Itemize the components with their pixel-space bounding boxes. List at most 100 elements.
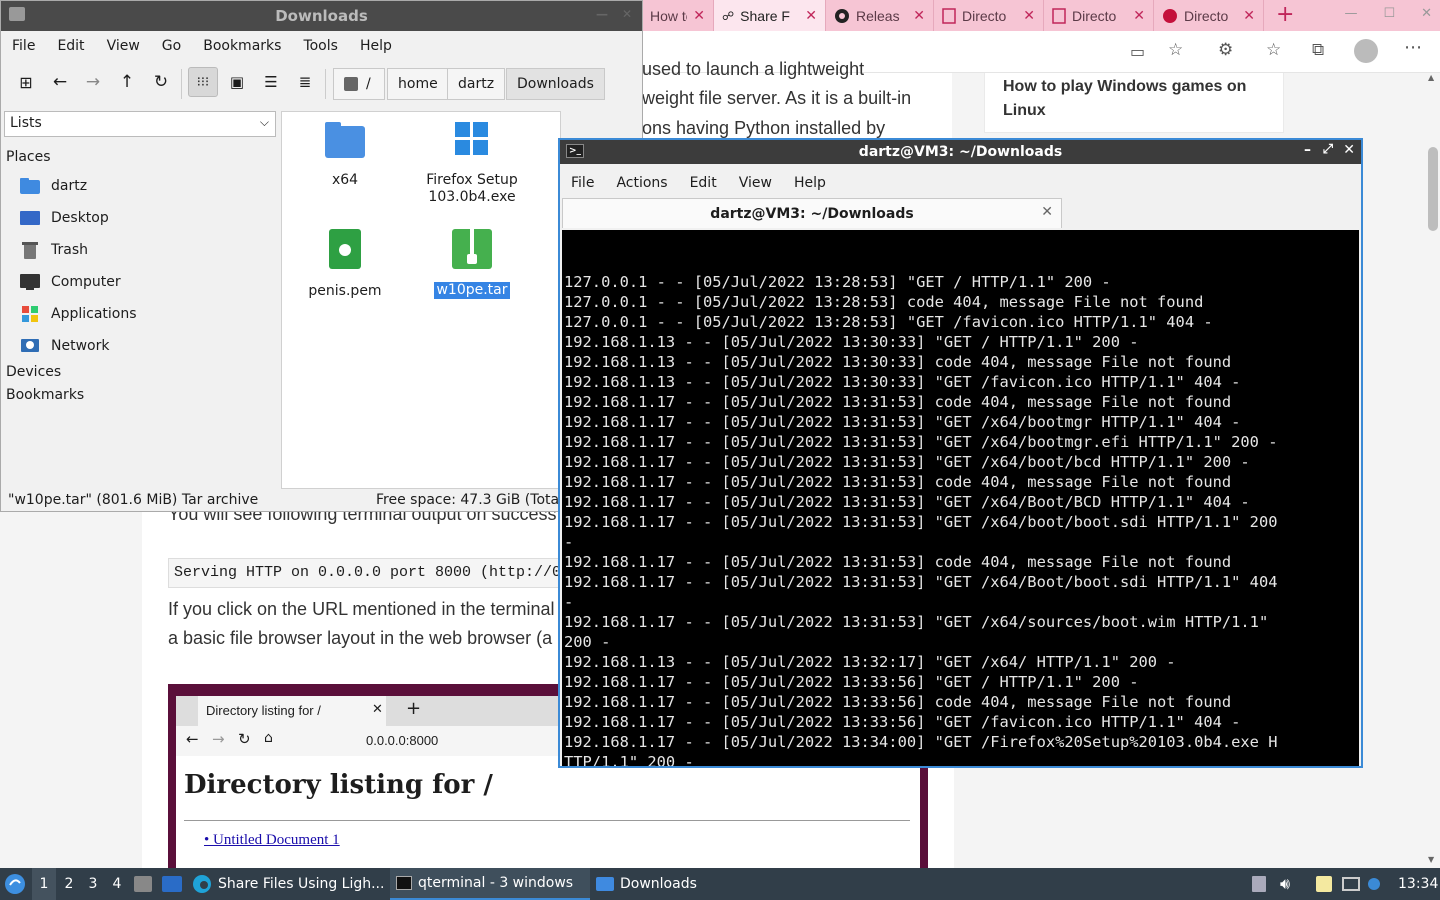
maximize-icon[interactable]: ⤢ — [1323, 142, 1333, 157]
terminal-tab[interactable]: dartz@VM3: ~/Downloads ✕ — [562, 198, 1062, 228]
browser-tab[interactable]: Directo ✕ — [1044, 0, 1154, 31]
close-icon[interactable]: ✕ — [1343, 142, 1355, 158]
workspace-3[interactable]: 3 — [82, 868, 104, 900]
list-view-button[interactable]: ≣ — [290, 67, 320, 97]
browser-tab[interactable]: How to ✕ — [642, 0, 714, 31]
close-tab-icon[interactable]: ✕ — [805, 7, 817, 24]
tray-clipboard[interactable] — [1252, 868, 1266, 900]
quicklaunch-desktop[interactable] — [162, 868, 182, 900]
window-title-bar[interactable]: Downloads — ✕ — [1, 1, 642, 31]
favorites-icon[interactable]: ☆ — [1266, 40, 1281, 60]
browser-tab[interactable]: Releas ✕ — [826, 0, 934, 31]
new-tab-button[interactable]: ⊞ — [11, 67, 41, 97]
task-downloads[interactable]: Downloads — [596, 868, 706, 900]
close-icon[interactable]: ✕ — [622, 7, 632, 21]
back-button[interactable]: ← — [45, 67, 75, 97]
menu-file[interactable]: File — [560, 175, 605, 191]
file-item[interactable]: Firefox Setup 103.0b4.exe — [417, 120, 527, 206]
menu-bookmarks[interactable]: Bookmarks — [192, 38, 292, 54]
icon-view-button[interactable]: ⁝⁝⁝ — [188, 67, 218, 97]
browser-tab[interactable]: Directo ✕ — [934, 0, 1044, 31]
minimize-icon[interactable]: — — [1344, 6, 1357, 21]
folder-app-icon — [9, 7, 25, 21]
compact-view-button[interactable]: ☰ — [256, 67, 286, 97]
minimize-icon[interactable]: – — [1304, 142, 1311, 158]
breadcrumb-dartz[interactable]: dartz — [447, 68, 506, 100]
menu-file[interactable]: File — [1, 38, 46, 54]
place-trash[interactable]: Trash — [19, 237, 88, 263]
menu-edit[interactable]: Edit — [46, 38, 95, 54]
favorite-add-icon[interactable]: ☆ — [1168, 40, 1183, 60]
up-button[interactable]: ↑ — [112, 67, 142, 97]
new-tab-button[interactable]: + — [1276, 2, 1294, 27]
workspace-4[interactable]: 4 — [106, 868, 128, 900]
terminal-output[interactable]: 127.0.0.1 - - [05/Jul/2022 13:28:53] "GE… — [562, 230, 1359, 766]
task-browser[interactable]: Share Files Using Ligh... — [192, 868, 386, 900]
menu-actions[interactable]: Actions — [605, 175, 678, 191]
file-item[interactable]: penis.pem — [290, 228, 400, 300]
tray-updates[interactable] — [1342, 868, 1360, 900]
breadcrumb-downloads[interactable]: Downloads — [506, 68, 605, 100]
menu-go[interactable]: Go — [151, 38, 192, 54]
close-icon[interactable]: ✕ — [1421, 6, 1432, 21]
clock[interactable]: 13:34 — [1398, 868, 1438, 900]
forward-button[interactable]: → — [78, 67, 108, 97]
file-item-selected[interactable]: w10pe.tar — [417, 228, 527, 299]
close-tab-icon[interactable]: ✕ — [1041, 204, 1053, 220]
menu-edit[interactable]: Edit — [679, 175, 728, 191]
file-item[interactable]: x64 — [290, 120, 400, 189]
place-computer[interactable]: Computer — [19, 269, 121, 295]
page-scrollbar[interactable]: ▲ ▼ — [1426, 73, 1440, 868]
close-tab-icon[interactable]: ✕ — [1023, 7, 1035, 24]
browser-tab-active[interactable]: ☍ Share F ✕ — [714, 0, 826, 31]
scrollbar-thumb[interactable] — [1428, 147, 1438, 231]
place-network[interactable]: Network — [19, 333, 109, 359]
more-menu-icon[interactable]: ⋯ — [1404, 37, 1422, 58]
task-terminal[interactable]: qterminal - 3 windows — [390, 868, 590, 900]
place-desktop[interactable]: Desktop — [19, 205, 109, 231]
browser-tab[interactable]: Directo ✕ — [1154, 0, 1264, 31]
devices-header[interactable]: Devices — [6, 364, 61, 380]
side-pane-mode-select[interactable]: Lists ⌵ — [4, 111, 276, 137]
related-article-card[interactable]: How to play Windows games on Linux — [984, 73, 1284, 133]
breadcrumb-home[interactable]: home — [387, 68, 449, 100]
place-dartz[interactable]: dartz — [19, 173, 87, 199]
new-tab-icon: ⊞ — [19, 72, 33, 92]
workspace-2[interactable]: 2 — [58, 868, 80, 900]
workspace-1[interactable]: 1 — [32, 868, 56, 900]
tray-notes[interactable] — [1316, 868, 1332, 900]
places-header[interactable]: Places — [6, 149, 51, 165]
updates-icon — [1342, 877, 1360, 891]
back-icon: ← — [52, 72, 68, 92]
maximize-icon[interactable]: ☐ — [1383, 6, 1395, 21]
file-manager-icon — [134, 876, 152, 892]
close-tab-icon[interactable]: ✕ — [1133, 7, 1145, 24]
thumbnail-view-button[interactable]: ▣ — [222, 67, 252, 97]
breadcrumb-root[interactable]: / — [333, 68, 385, 100]
drive-icon — [344, 77, 358, 91]
extensions-icon[interactable]: ⚙ — [1218, 40, 1233, 60]
menu-tools[interactable]: Tools — [292, 38, 349, 54]
quicklaunch-files[interactable] — [134, 868, 152, 900]
profile-avatar[interactable] — [1354, 39, 1378, 63]
menu-view[interactable]: View — [96, 38, 151, 54]
scroll-up-icon[interactable]: ▲ — [1428, 73, 1434, 82]
collections-icon[interactable]: ⧉ — [1312, 40, 1324, 60]
menu-view[interactable]: View — [728, 175, 783, 191]
start-menu-button[interactable] — [4, 868, 26, 900]
tray-network[interactable] — [1368, 868, 1380, 900]
window-title-bar[interactable]: >_ dartz@VM3: ~/Downloads – ⤢ ✕ — [560, 140, 1361, 164]
menu-help[interactable]: Help — [349, 38, 403, 54]
menu-help[interactable]: Help — [783, 175, 837, 191]
related-article-link[interactable]: How to play Windows games on Linux — [1003, 75, 1263, 123]
reader-icon[interactable]: ▭ — [1130, 42, 1145, 61]
bookmarks-header[interactable]: Bookmarks — [6, 387, 84, 403]
close-tab-icon[interactable]: ✕ — [1243, 7, 1255, 24]
tray-volume[interactable]: 🔊︎ — [1280, 868, 1290, 900]
close-tab-icon[interactable]: ✕ — [693, 7, 705, 24]
minimize-icon[interactable]: — — [596, 7, 608, 21]
place-applications[interactable]: Applications — [19, 301, 137, 327]
close-tab-icon[interactable]: ✕ — [913, 7, 925, 24]
reload-button[interactable]: ↻ — [146, 67, 176, 97]
scroll-down-icon[interactable]: ▼ — [1428, 855, 1434, 864]
